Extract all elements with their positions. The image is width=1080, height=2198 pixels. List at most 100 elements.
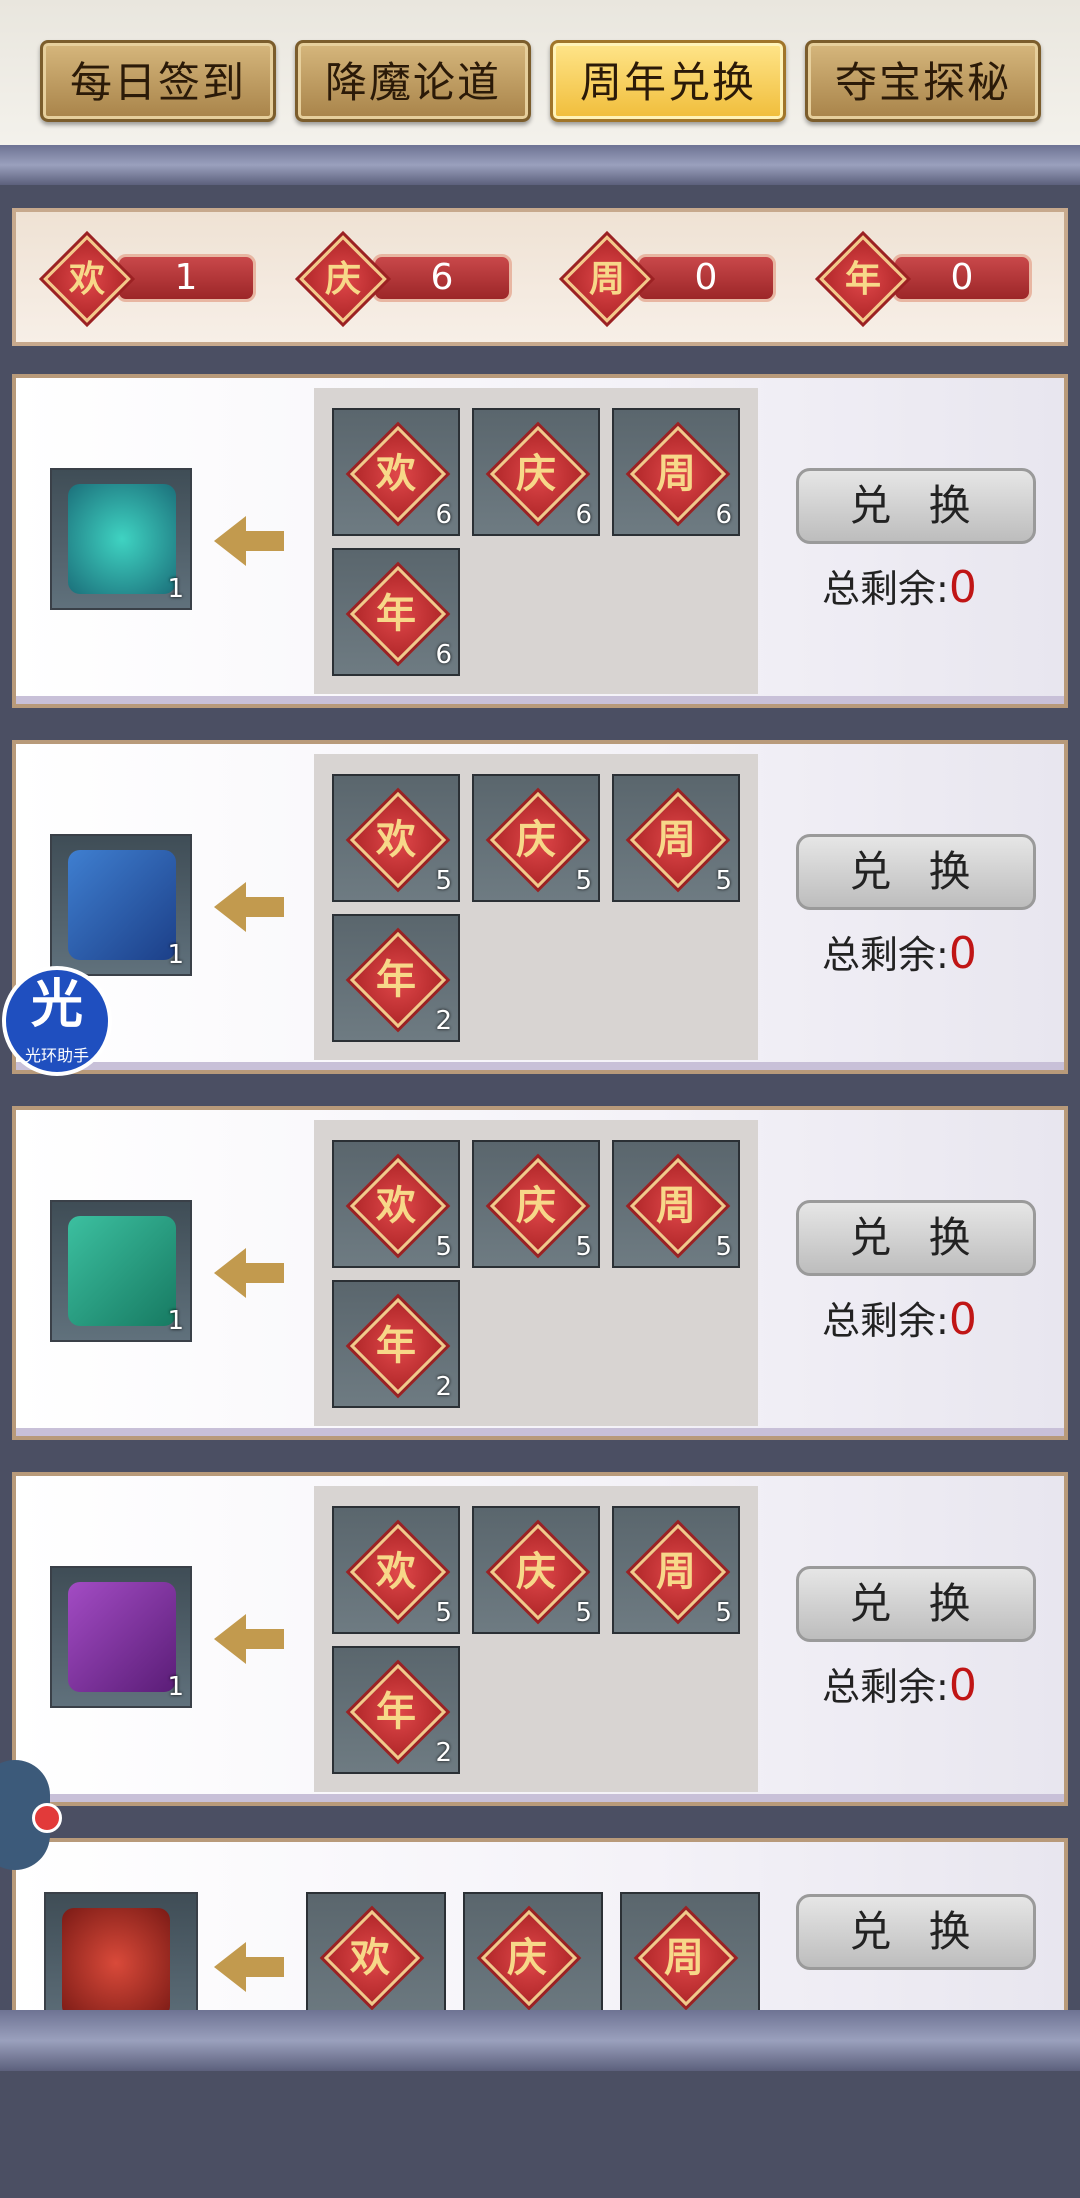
floating-helper-button[interactable]: 光 光环助手	[2, 966, 112, 1076]
arrow-left-icon	[214, 1942, 294, 1992]
currency-char: 周	[588, 258, 625, 300]
purple-book-icon	[68, 1582, 176, 1692]
currency-char: 庆	[324, 258, 361, 300]
red-emblem-icon	[62, 1908, 170, 2018]
cost-quantity: 2	[435, 1006, 452, 1036]
currency-count: 6	[372, 254, 512, 302]
cost-quantity: 6	[435, 500, 452, 530]
cost-slot[interactable]: 庆5	[472, 1140, 600, 1268]
cost-quantity: 6	[715, 500, 732, 530]
cost-quantity: 6	[435, 640, 452, 670]
arrow-left-icon	[214, 1614, 294, 1664]
token-char: 庆	[507, 1934, 547, 1981]
cost-quantity: 6	[575, 500, 592, 530]
token-char: 年	[376, 590, 416, 637]
token-char: 周	[656, 1182, 696, 1229]
cost-quantity: 5	[575, 1232, 592, 1262]
cost-slot[interactable]: 年6	[332, 548, 460, 676]
tab-daily-checkin[interactable]: 每日签到	[40, 40, 276, 122]
currency-count: 1	[116, 254, 256, 302]
helper-logo: 光	[30, 975, 83, 1035]
remaining-label: 总剩余:	[822, 1299, 949, 1343]
token-char: 周	[656, 816, 696, 863]
cost-panel: 欢5庆5周5年2	[314, 754, 758, 1060]
cost-panel: 欢6庆6周6年6	[314, 388, 758, 694]
cost-slot[interactable]: 周5	[612, 1140, 740, 1268]
cost-slot[interactable]: 庆5	[472, 1506, 600, 1634]
currency-qing: 6 庆	[292, 234, 522, 324]
cost-quantity: 5	[715, 866, 732, 896]
tab-anniversary-exchange[interactable]: 周年兑换	[550, 40, 786, 122]
token-char: 年	[376, 1688, 416, 1735]
tab-demon-debate[interactable]: 降魔论道	[295, 40, 531, 122]
top-tab-bar: 每日签到 降魔论道 周年兑换 夺宝探秘	[0, 0, 1080, 150]
exchange-button[interactable]: 兑 换	[796, 1894, 1036, 1970]
cost-quantity: 5	[435, 866, 452, 896]
token-char: 年	[376, 956, 416, 1003]
cost-panel: 欢5庆5周5年2	[314, 1486, 758, 1792]
exchange-button[interactable]: 兑 换	[796, 1200, 1036, 1276]
exchange-button[interactable]: 兑 换	[796, 468, 1036, 544]
reward-item[interactable]: 1	[50, 468, 192, 610]
cost-slot[interactable]: 庆5	[472, 774, 600, 902]
cost-slot[interactable]: 欢5	[332, 774, 460, 902]
reward-item[interactable]: 1	[50, 1566, 192, 1708]
cost-slot[interactable]: 周5	[612, 1506, 740, 1634]
cost-quantity: 5	[435, 1598, 452, 1628]
header-divider-band	[0, 145, 1080, 185]
currency-nian: 0 年	[812, 234, 1042, 324]
arrow-left-icon	[214, 516, 294, 566]
cost-slot[interactable]: 年2	[332, 1280, 460, 1408]
arrow-left-icon	[214, 882, 294, 932]
reward-quantity: 1	[167, 940, 184, 970]
currency-strip: 1 欢 6 庆 0 周 0 年	[12, 208, 1068, 346]
cost-slot[interactable]: 欢6	[332, 408, 460, 536]
cost-slot[interactable]: 年2	[332, 1646, 460, 1774]
reward-quantity: 1	[167, 1672, 184, 1702]
currency-char: 年	[844, 258, 881, 300]
cost-slot[interactable]: 欢5	[332, 1140, 460, 1268]
reward-item[interactable]: 1	[50, 834, 192, 976]
reward-quantity: 1	[167, 1306, 184, 1336]
cost-quantity: 2	[435, 1738, 452, 1768]
exchange-card: 1欢5庆5周5年2兑 换总剩余:0	[12, 1472, 1068, 1806]
blue-book-icon	[68, 850, 176, 960]
remaining-label: 总剩余:	[822, 567, 949, 611]
cost-quantity: 5	[715, 1232, 732, 1262]
cost-slot[interactable]: 周5	[612, 774, 740, 902]
exchange-card: 1欢5庆5周5年2兑 换总剩余:0	[12, 740, 1068, 1074]
token-char: 欢	[376, 816, 416, 863]
remaining-value: 0	[948, 1660, 977, 1711]
token-char: 庆	[516, 816, 556, 863]
notification-dot	[32, 1803, 62, 1833]
token-char: 欢	[376, 450, 416, 497]
cost-quantity: 5	[435, 1232, 452, 1262]
exchange-button[interactable]: 兑 换	[796, 834, 1036, 910]
token-char: 欢	[350, 1934, 390, 1981]
reward-item[interactable]: 1	[50, 1200, 192, 1342]
cost-slot[interactable]: 欢5	[332, 1506, 460, 1634]
token-char: 庆	[516, 1548, 556, 1595]
remaining-value: 0	[948, 928, 977, 979]
arrow-left-icon	[214, 1248, 294, 1298]
exchange-card: 欢庆周兑 换	[12, 1838, 1068, 2038]
exchange-button[interactable]: 兑 换	[796, 1566, 1036, 1642]
remaining-label: 总剩余:	[822, 1665, 949, 1709]
helper-label: 光环助手	[24, 1046, 89, 1065]
token-char: 欢	[376, 1182, 416, 1229]
currency-zhou: 0 周	[556, 234, 786, 324]
token-char: 周	[664, 1934, 704, 1981]
cost-slot[interactable]: 周6	[612, 408, 740, 536]
token-char: 庆	[516, 1182, 556, 1229]
cost-slot[interactable]: 年2	[332, 914, 460, 1042]
remaining-count: 总剩余:0	[822, 1290, 977, 1345]
tab-treasure-hunt[interactable]: 夺宝探秘	[805, 40, 1041, 122]
token-char: 周	[656, 1548, 696, 1595]
cost-quantity: 5	[715, 1598, 732, 1628]
currency-count: 0	[892, 254, 1032, 302]
cost-quantity: 5	[575, 866, 592, 896]
currency-huan: 1 欢	[36, 234, 266, 324]
remaining-count: 总剩余:0	[822, 924, 977, 979]
cost-slot[interactable]: 庆6	[472, 408, 600, 536]
footer-divider-band	[0, 2010, 1080, 2071]
